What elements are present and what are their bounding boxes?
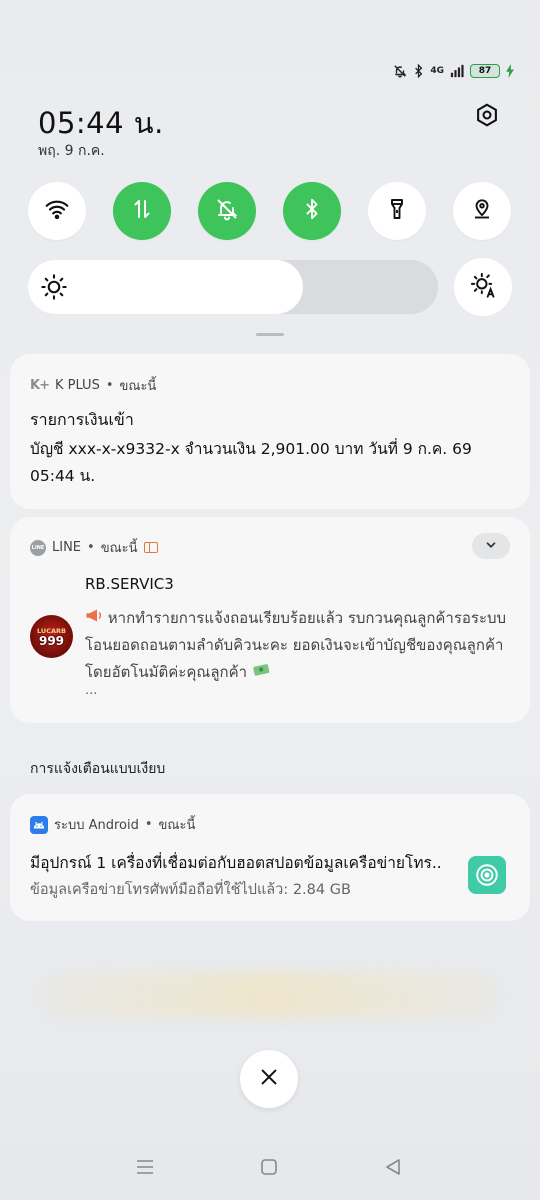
blurred-background <box>40 972 500 1018</box>
notification-title: มีอุปกรณ์ 1 เครื่องที่เชื่อมต่อกับฮอตสปอ… <box>30 854 442 872</box>
close-icon <box>258 1066 280 1092</box>
avatar-text-bottom: 999 <box>38 633 65 648</box>
back-button[interactable] <box>380 1156 406 1182</box>
expand-button[interactable] <box>472 533 510 559</box>
status-bar: 4G 87 <box>393 60 514 82</box>
flashlight-icon <box>385 197 409 225</box>
notification-time: ขณะนี้ <box>119 379 157 394</box>
navigation-bar <box>0 1140 540 1200</box>
notification-header: K+ K PLUS • ขณะนี้ <box>30 375 156 396</box>
clock-date: พฤ. 9 ก.ค. <box>38 143 105 159</box>
toggle-location[interactable] <box>453 182 511 240</box>
network-type: 4G <box>430 65 444 76</box>
app-name: LINE <box>52 540 82 555</box>
data-arrows-icon <box>130 197 154 225</box>
back-icon <box>384 1158 402 1180</box>
app-name: K PLUS <box>54 378 100 393</box>
separator-dot: • <box>105 378 114 393</box>
book-icon <box>143 542 158 553</box>
menu-icon <box>135 1158 155 1180</box>
bluetooth-icon <box>301 198 323 224</box>
megaphone-icon <box>85 605 103 632</box>
app-name: ระบบ Android <box>54 818 139 833</box>
quick-toggles <box>28 182 512 240</box>
signal-icon <box>450 64 464 78</box>
charging-icon <box>506 64 514 78</box>
silent-notifications-header: การแจ้งเตือนแบบเงียบ <box>30 761 166 777</box>
panel-drag-handle[interactable] <box>256 333 284 336</box>
auto-brightness-button[interactable] <box>454 258 512 316</box>
toggle-bluetooth[interactable] <box>283 182 341 240</box>
notification-body: หากทำรายการแจ้งถอนเรียบร้อยแล้ว รบกวนคุณ… <box>85 605 515 686</box>
sender-name: RB.SERVIC3 <box>85 575 174 593</box>
notification-kplus[interactable]: K+ K PLUS • ขณะนี้ รายการเงินเข้า บัญชี … <box>10 354 530 509</box>
gear-icon <box>474 102 500 132</box>
more-indicator: ... <box>85 683 98 698</box>
notification-line[interactable]: LINE LINE • ขณะนี้ RB.SERVIC3 LUCARB 999… <box>10 517 530 723</box>
message-text: หากทำรายการแจ้งถอนเรียบร้อยแล้ว รบกวนคุณ… <box>85 609 507 681</box>
toggle-mobile-data[interactable] <box>113 182 171 240</box>
chevron-down-icon <box>484 537 498 556</box>
toggle-flashlight[interactable] <box>368 182 426 240</box>
bluetooth-icon <box>413 64 424 78</box>
wifi-icon <box>44 196 70 226</box>
brightness-fill <box>28 260 303 314</box>
battery-indicator: 87 <box>470 64 500 78</box>
notification-header: LINE LINE • ขณะนี้ <box>30 537 158 558</box>
location-icon <box>470 197 494 225</box>
clear-all-button[interactable] <box>240 1050 298 1108</box>
toggle-silent[interactable] <box>198 182 256 240</box>
kplus-logo-icon: K+ <box>30 378 50 393</box>
brightness-slider[interactable] <box>28 260 438 314</box>
separator-dot: • <box>144 817 153 832</box>
line-logo-icon: LINE <box>30 539 46 556</box>
notification-header: ระบบ Android • ขณะนี้ <box>30 814 195 835</box>
mute-icon <box>393 64 407 78</box>
android-icon <box>30 815 48 834</box>
recents-button[interactable] <box>132 1156 158 1182</box>
notification-body: บัญชี xxx-x-x9332-x จำนวนเงิน 2,901.00 บ… <box>30 440 472 485</box>
toggle-wifi[interactable] <box>28 182 86 240</box>
notification-title: รายการเงินเข้า <box>30 410 134 429</box>
settings-button[interactable] <box>468 98 506 136</box>
avatar: LUCARB 999 <box>30 615 73 658</box>
notification-body: ข้อมูลเครือข่ายโทรศัพท์มือถือที่ใช้ไปแล้… <box>30 882 351 898</box>
bell-off-icon <box>215 197 239 225</box>
notification-time: ขณะนี้ <box>158 818 196 833</box>
sun-icon <box>40 273 68 305</box>
home-button[interactable] <box>256 1156 282 1182</box>
separator-dot: • <box>87 540 95 555</box>
notification-time: ขณะนี้ <box>100 541 138 556</box>
hotspot-icon <box>468 856 506 894</box>
home-icon <box>260 1158 278 1180</box>
notification-android[interactable]: ระบบ Android • ขณะนี้ มีอุปกรณ์ 1 เครื่อ… <box>10 794 530 921</box>
money-icon <box>252 663 272 681</box>
auto-brightness-icon <box>469 271 497 303</box>
